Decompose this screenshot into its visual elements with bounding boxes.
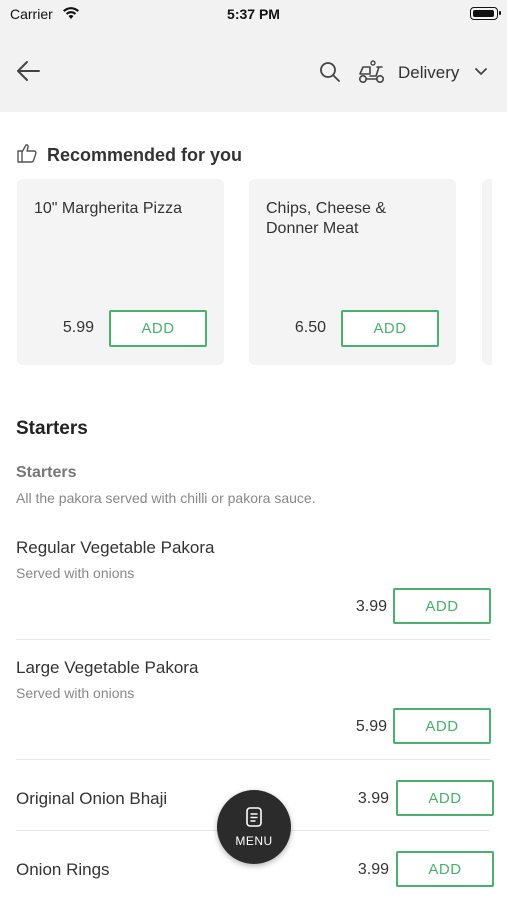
add-button[interactable]: ADD — [393, 588, 491, 624]
add-button[interactable]: ADD — [109, 310, 207, 347]
menu-item-name: Regular Vegetable Pakora — [16, 538, 215, 557]
section-title: Starters — [16, 418, 88, 439]
recommended-card-partial[interactable] — [482, 179, 492, 365]
recommended-title: Recommended for you — [47, 145, 243, 165]
add-button[interactable]: ADD — [341, 310, 439, 347]
menu-item-price: 3.99 — [357, 861, 389, 878]
search-icon[interactable] — [318, 60, 342, 84]
add-button[interactable]: ADD — [396, 851, 494, 887]
battery-icon — [470, 7, 501, 20]
add-button[interactable]: ADD — [396, 780, 494, 816]
divider — [16, 639, 490, 640]
header: Delivery — [0, 30, 507, 112]
menu-icon — [246, 807, 262, 827]
subsection-description: All the pakora served with chilli or pak… — [16, 490, 316, 506]
thumbs-up-icon — [17, 144, 37, 163]
status-bar: Carrier 5:37 PM — [0, 0, 507, 30]
menu-item-price: 3.99 — [355, 598, 387, 615]
recommended-item-name: Chips, Cheese & Donner Meat — [266, 200, 387, 237]
scooter-icon[interactable] — [357, 59, 387, 85]
back-arrow-icon[interactable] — [14, 58, 42, 84]
menu-item-name: Onion Rings — [16, 860, 110, 879]
menu-item-name: Large Vegetable Pakora — [16, 658, 199, 677]
menu-item-name: Original Onion Bhaji — [16, 789, 168, 808]
recommended-card[interactable]: 10" Margherita Pizza 5.99 ADD — [17, 179, 224, 365]
menu-item-description: Served with onions — [16, 685, 135, 701]
recommended-item-price: 5.99 — [62, 319, 94, 336]
menu-item-description: Served with onions — [16, 565, 135, 581]
add-button[interactable]: ADD — [393, 708, 491, 744]
divider — [16, 759, 490, 760]
menu-fab-button[interactable]: MENU — [217, 790, 291, 864]
menu-item-price: 5.99 — [355, 718, 387, 735]
subsection-title: Starters — [16, 464, 77, 481]
recommended-card[interactable]: Chips, Cheese & Donner Meat 6.50 ADD — [249, 179, 456, 365]
delivery-mode-selector[interactable]: Delivery — [398, 63, 459, 83]
menu-item-price: 3.99 — [357, 790, 389, 807]
recommended-item-name: 10" Margherita Pizza — [34, 200, 182, 217]
clock: 5:37 PM — [227, 6, 280, 22]
recommended-carousel[interactable]: 10" Margherita Pizza 5.99 ADD Chips, Che… — [17, 179, 492, 367]
recommended-item-price: 6.50 — [294, 319, 326, 336]
chevron-down-icon[interactable] — [474, 66, 488, 78]
menu-fab-label: MENU — [235, 834, 273, 848]
